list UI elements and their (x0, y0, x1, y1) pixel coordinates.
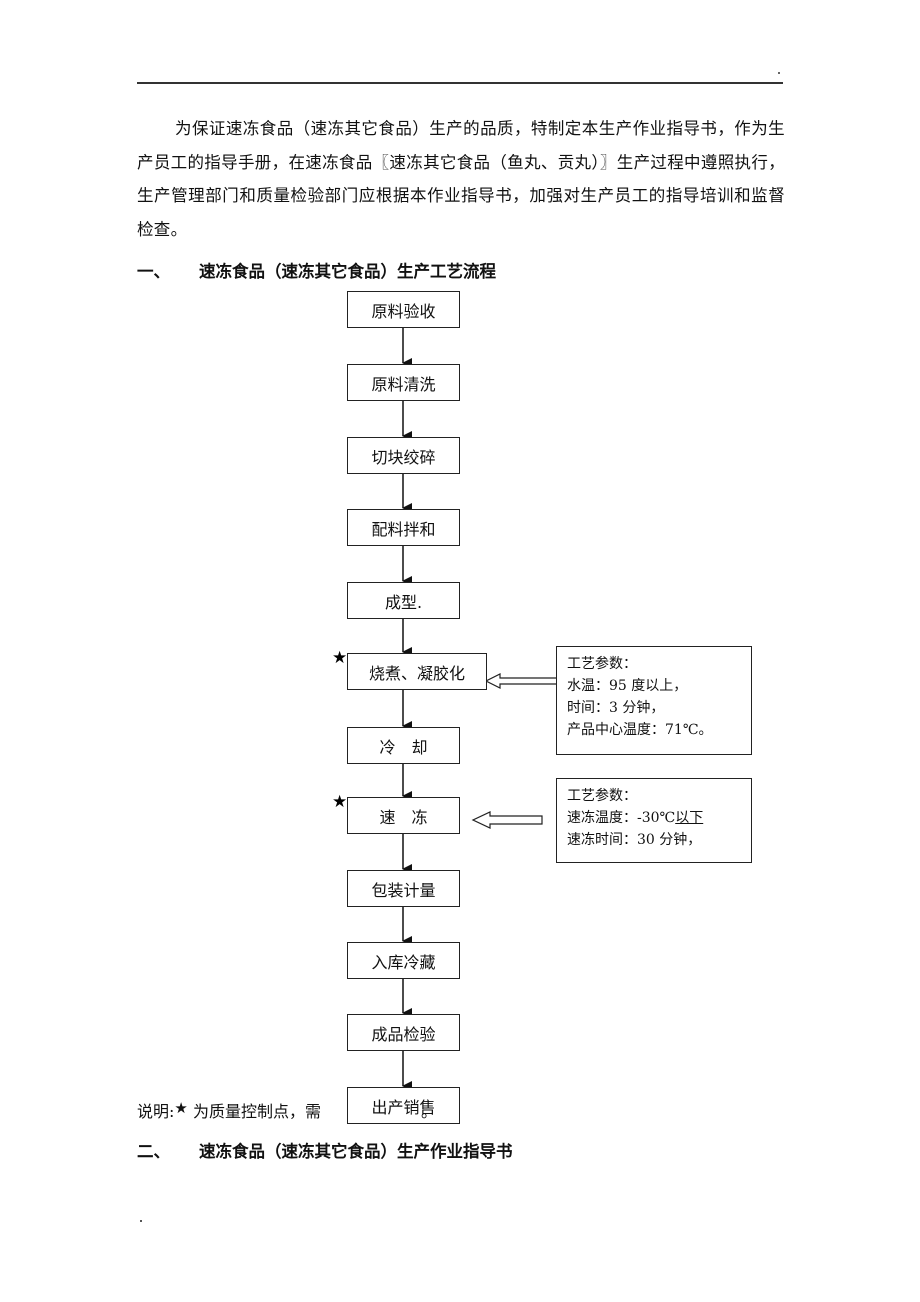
flow-step-label: 原料清洗 (371, 374, 436, 394)
flow-step: 配料拌和 (347, 509, 460, 546)
param-line: 水温：95 度以上， (567, 678, 688, 694)
section-2-title: 速冻食品（速冻其它食品）生产作业指导书 (199, 1142, 513, 1161)
param-arrow-1 (484, 673, 556, 689)
param-text: 速冻温度：-30℃ (567, 810, 676, 826)
star-icon: ★ (332, 648, 348, 668)
param-line: 速冻时间：30 分钟， (567, 832, 702, 848)
section-2-heading: 二、 速冻食品（速冻其它食品）生产作业指导书 (137, 1138, 513, 1162)
flow-step-label: 切块绞碎 (371, 447, 436, 467)
param-box-cooking: 工艺参数： 水温：95 度以上， 时间：3 分钟， 产品中心温度：71℃。 (556, 646, 752, 755)
param-line: 时间：3 分钟， (567, 700, 665, 716)
param-line: 速冻温度：-30℃以下 (567, 807, 741, 829)
flow-step-label: 配料拌和 (371, 519, 436, 539)
param-title: 工艺参数： (567, 788, 637, 804)
param-arrow-2 (471, 811, 543, 829)
flow-step: 成品检验 (347, 1014, 460, 1051)
note-text: 为质量控制点，需 (187, 1102, 321, 1121)
note-prefix: 说明: (137, 1102, 175, 1121)
flow-step-label: 速 冻 (379, 807, 428, 827)
flow-step: 冷 却 (347, 727, 460, 764)
flow-step: 原料清洗 (347, 364, 460, 401)
flow-step-label: 原料验收 (371, 301, 436, 321)
flow-step: 入库冷藏 (347, 942, 460, 979)
param-text-underlined: 以下 (675, 810, 704, 826)
legend-note: 说明:★ 为质量控制点，需 。 (137, 1098, 437, 1122)
flow-step: 烧煮、凝胶化 (347, 653, 487, 690)
flow-step-label: 成型. (384, 592, 423, 612)
flow-step: 原料验收 (347, 291, 460, 328)
note-suffix: 。 (420, 1102, 437, 1121)
flow-step-label: 包装计量 (371, 880, 436, 900)
flow-step: 切块绞碎 (347, 437, 460, 474)
star-icon: ★ (174, 1099, 188, 1117)
flow-step: 速 冻 (347, 797, 460, 834)
flow-step: 包装计量 (347, 870, 460, 907)
param-box-freezing: 工艺参数： 速冻温度：-30℃以下 速冻时间：30 分钟， (556, 778, 752, 863)
flow-step-label: 入库冷藏 (371, 952, 436, 972)
param-line: 产品中心温度：71℃。 (567, 722, 713, 738)
section-2-number: 二、 (137, 1142, 170, 1161)
flow-step-label: 成品检验 (371, 1024, 436, 1044)
footer-mark (140, 1220, 142, 1222)
star-icon: ★ (332, 792, 348, 812)
flow-step-label: 烧煮、凝胶化 (368, 663, 465, 683)
flow-step: 成型. (347, 582, 460, 619)
param-title: 工艺参数： (567, 656, 637, 672)
flow-step-label: 冷 却 (379, 737, 428, 757)
